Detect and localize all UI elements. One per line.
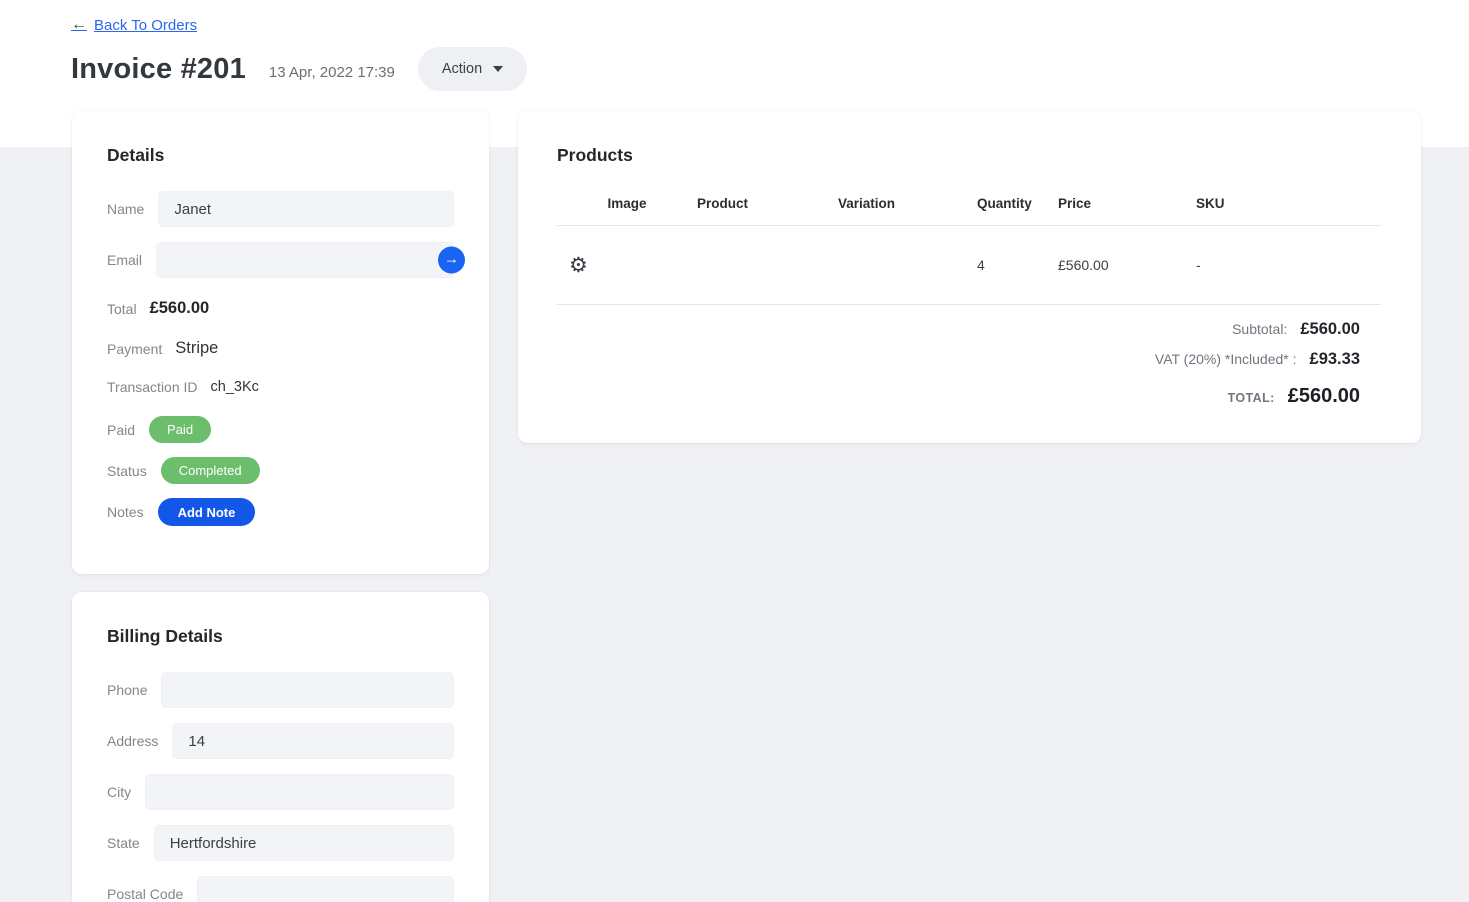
email-label: Email <box>107 252 142 268</box>
total-row: Total £560.00 <box>107 299 454 318</box>
name-input[interactable] <box>158 191 454 227</box>
address-input[interactable] <box>172 723 454 759</box>
title-row: Invoice #201 13 Apr, 2022 17:39 Action <box>71 47 1421 91</box>
status-row: Status Completed <box>107 457 454 484</box>
invoice-page: ← Back To Orders Invoice #201 13 Apr, 20… <box>0 0 1469 902</box>
subtotal-row: Subtotal: £560.00 <box>557 320 1360 339</box>
column-header-price: Price <box>1058 196 1196 211</box>
add-note-button[interactable]: Add Note <box>158 498 256 526</box>
phone-input[interactable] <box>161 672 454 708</box>
grand-total-value: £560.00 <box>1288 385 1360 408</box>
billing-details-card: Billing Details Phone Address City State <box>72 592 489 902</box>
state-label: State <box>107 835 140 851</box>
left-column: Details Name Email → Total £560.00 <box>72 111 489 902</box>
action-button-label: Action <box>442 61 482 77</box>
product-image-cell: ⚙ <box>557 255 697 276</box>
name-field-row: Name <box>107 191 454 227</box>
billing-details-title: Billing Details <box>107 626 454 647</box>
postal-code-field-row: Postal Code <box>107 876 454 902</box>
notes-label: Notes <box>107 504 144 520</box>
table-row: ⚙ 4 £560.00 - <box>557 226 1381 305</box>
action-button[interactable]: Action <box>418 47 527 91</box>
column-header-product: Product <box>697 196 838 211</box>
back-arrow-icon: ← <box>71 16 87 34</box>
paid-row: Paid Paid <box>107 416 454 443</box>
gear-icon: ⚙ <box>557 254 588 277</box>
product-price-cell: £560.00 <box>1058 257 1196 273</box>
details-card: Details Name Email → Total £560.00 <box>72 111 489 574</box>
product-sku-cell: - <box>1196 257 1381 273</box>
page-title: Invoice #201 <box>71 53 246 86</box>
vat-row: VAT (20%) *Included* : £93.33 <box>557 350 1360 369</box>
subtotal-label: Subtotal: <box>1232 321 1287 337</box>
state-input[interactable] <box>154 825 454 861</box>
transaction-id-value: ch_3Kc <box>211 379 259 395</box>
products-card: Products Image Product Variation Quantit… <box>518 111 1421 443</box>
totals-section: Subtotal: £560.00 VAT (20%) *Included* :… <box>557 320 1381 408</box>
address-field-row: Address <box>107 723 454 759</box>
status-label: Status <box>107 463 147 479</box>
postal-code-label: Postal Code <box>107 886 183 902</box>
column-header-image: Image <box>557 196 697 211</box>
payment-value: Stripe <box>175 339 218 358</box>
back-link-label: Back To Orders <box>94 17 197 34</box>
payment-row: Payment Stripe <box>107 339 454 358</box>
phone-field-row: Phone <box>107 672 454 708</box>
email-input-wrap: → <box>156 242 454 278</box>
details-title: Details <box>107 145 454 166</box>
email-submit-button[interactable]: → <box>438 247 465 274</box>
grand-total-row: TOTAL: £560.00 <box>557 385 1360 408</box>
city-input[interactable] <box>145 774 454 810</box>
column-header-variation: Variation <box>838 196 977 211</box>
phone-label: Phone <box>107 682 147 698</box>
state-field-row: State <box>107 825 454 861</box>
notes-row: Notes Add Note <box>107 498 454 526</box>
order-status-badge[interactable]: Completed <box>161 457 260 484</box>
page-header: ← Back To Orders Invoice #201 13 Apr, 20… <box>0 0 1469 91</box>
paid-status-badge[interactable]: Paid <box>149 416 211 443</box>
payment-label: Payment <box>107 341 162 357</box>
subtotal-value: £560.00 <box>1300 320 1360 339</box>
product-quantity-cell: 4 <box>977 257 1058 273</box>
city-label: City <box>107 784 131 800</box>
main-content: Details Name Email → Total £560.00 <box>0 91 1469 902</box>
arrow-right-icon: → <box>444 252 459 267</box>
vat-label: VAT (20%) *Included* : <box>1155 351 1297 367</box>
column-header-quantity: Quantity <box>977 196 1058 211</box>
postal-code-input[interactable] <box>197 876 454 902</box>
address-label: Address <box>107 733 158 749</box>
vat-value: £93.33 <box>1310 350 1360 369</box>
total-value: £560.00 <box>150 299 210 318</box>
invoice-date: 13 Apr, 2022 17:39 <box>269 64 395 81</box>
grand-total-label: TOTAL: <box>1228 391 1275 405</box>
total-label: Total <box>107 301 137 317</box>
email-field-row: Email → <box>107 242 454 278</box>
products-title: Products <box>557 145 1381 166</box>
column-header-sku: SKU <box>1196 196 1381 211</box>
transaction-id-row: Transaction ID ch_3Kc <box>107 379 454 395</box>
email-input[interactable] <box>156 242 454 278</box>
back-to-orders-link[interactable]: ← Back To Orders <box>71 16 197 34</box>
products-table-header: Image Product Variation Quantity Price S… <box>557 196 1381 226</box>
name-label: Name <box>107 201 144 217</box>
city-field-row: City <box>107 774 454 810</box>
chevron-down-icon <box>493 66 503 72</box>
paid-label: Paid <box>107 422 135 438</box>
transaction-id-label: Transaction ID <box>107 379 198 395</box>
